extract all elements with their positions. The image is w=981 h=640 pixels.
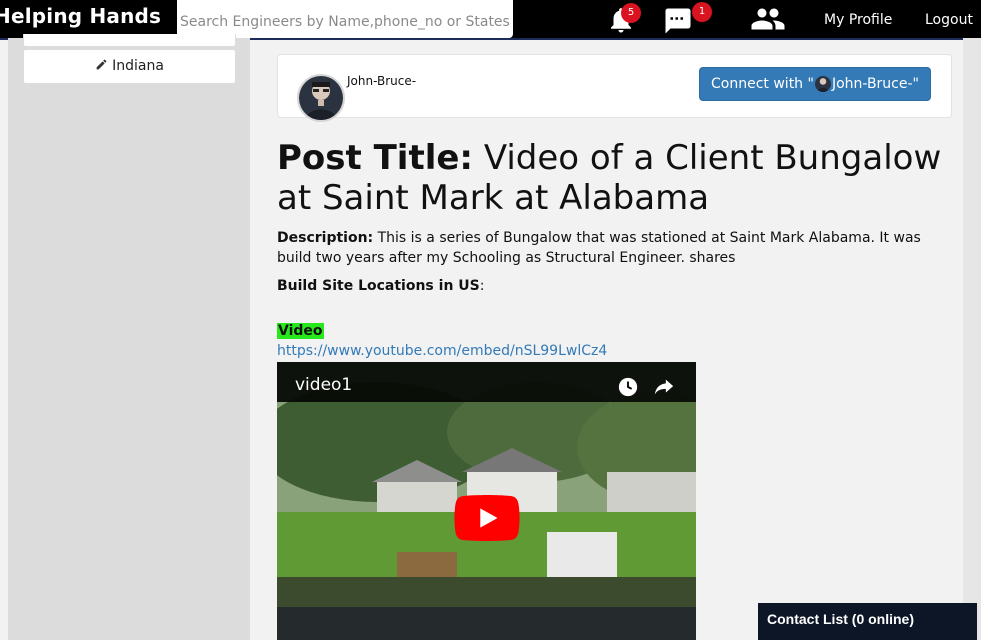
connect-prefix: Connect with " (711, 76, 814, 92)
description-text: This is a series of Bungalow that was st… (277, 230, 921, 266)
right-scroll-strip (963, 38, 981, 640)
brand-logo[interactable]: Helping Hands (0, 4, 161, 28)
notifications-badge: 5 (621, 3, 641, 23)
connect-button[interactable]: Connect with " John-Bruce-" (699, 67, 931, 101)
sidebar-card-partial (23, 34, 236, 47)
video-player[interactable]: video1 (277, 362, 696, 640)
logout-link[interactable]: Logout (925, 12, 973, 28)
chat-icon (665, 8, 691, 34)
build-site-locations: Build Site Locations in US: (277, 278, 484, 294)
build-colon: : (479, 278, 485, 294)
contact-list-bar[interactable]: Contact List (0 online) (758, 603, 977, 640)
notifications-button[interactable]: 5 (606, 3, 641, 35)
messages-button[interactable]: 1 (663, 2, 712, 35)
author-name[interactable]: John-Bruce- (347, 74, 416, 88)
search-input[interactable] (177, 0, 513, 38)
description-label: Description: (277, 230, 374, 246)
video-title[interactable]: video1 (295, 375, 352, 395)
connect-name: John-Bruce-" (831, 76, 919, 92)
post-title-label: Post Title: (277, 138, 474, 178)
watch-later-icon[interactable] (617, 376, 639, 398)
post-title: Post Title: Video of a Client Bungalow a… (277, 138, 957, 218)
people-icon (751, 8, 785, 30)
post-description: Description: This is a series of Bungalo… (277, 228, 957, 268)
build-label: Build Site Locations in US (277, 278, 480, 294)
player-top-bar: video1 (277, 362, 696, 402)
connect-avatar-icon (814, 76, 831, 92)
avatar-image (299, 76, 343, 120)
play-button-icon[interactable] (453, 495, 521, 541)
video-url-link[interactable]: https://www.youtube.com/embed/nSL99LwlCz… (277, 343, 607, 359)
people-button[interactable] (750, 4, 786, 34)
author-card: John-Bruce- Connect with " John-Bruce-" (277, 54, 952, 122)
my-profile-link[interactable]: My Profile (824, 12, 892, 28)
state-label: Indiana (112, 58, 164, 74)
share-icon[interactable] (652, 376, 676, 398)
pencil-icon (96, 59, 107, 70)
left-sidebar: Indiana (8, 34, 250, 640)
messages-badge: 1 (692, 2, 712, 22)
video-label: Video (277, 323, 324, 339)
state-location-card[interactable]: Indiana (23, 49, 236, 84)
author-avatar[interactable] (297, 74, 345, 122)
